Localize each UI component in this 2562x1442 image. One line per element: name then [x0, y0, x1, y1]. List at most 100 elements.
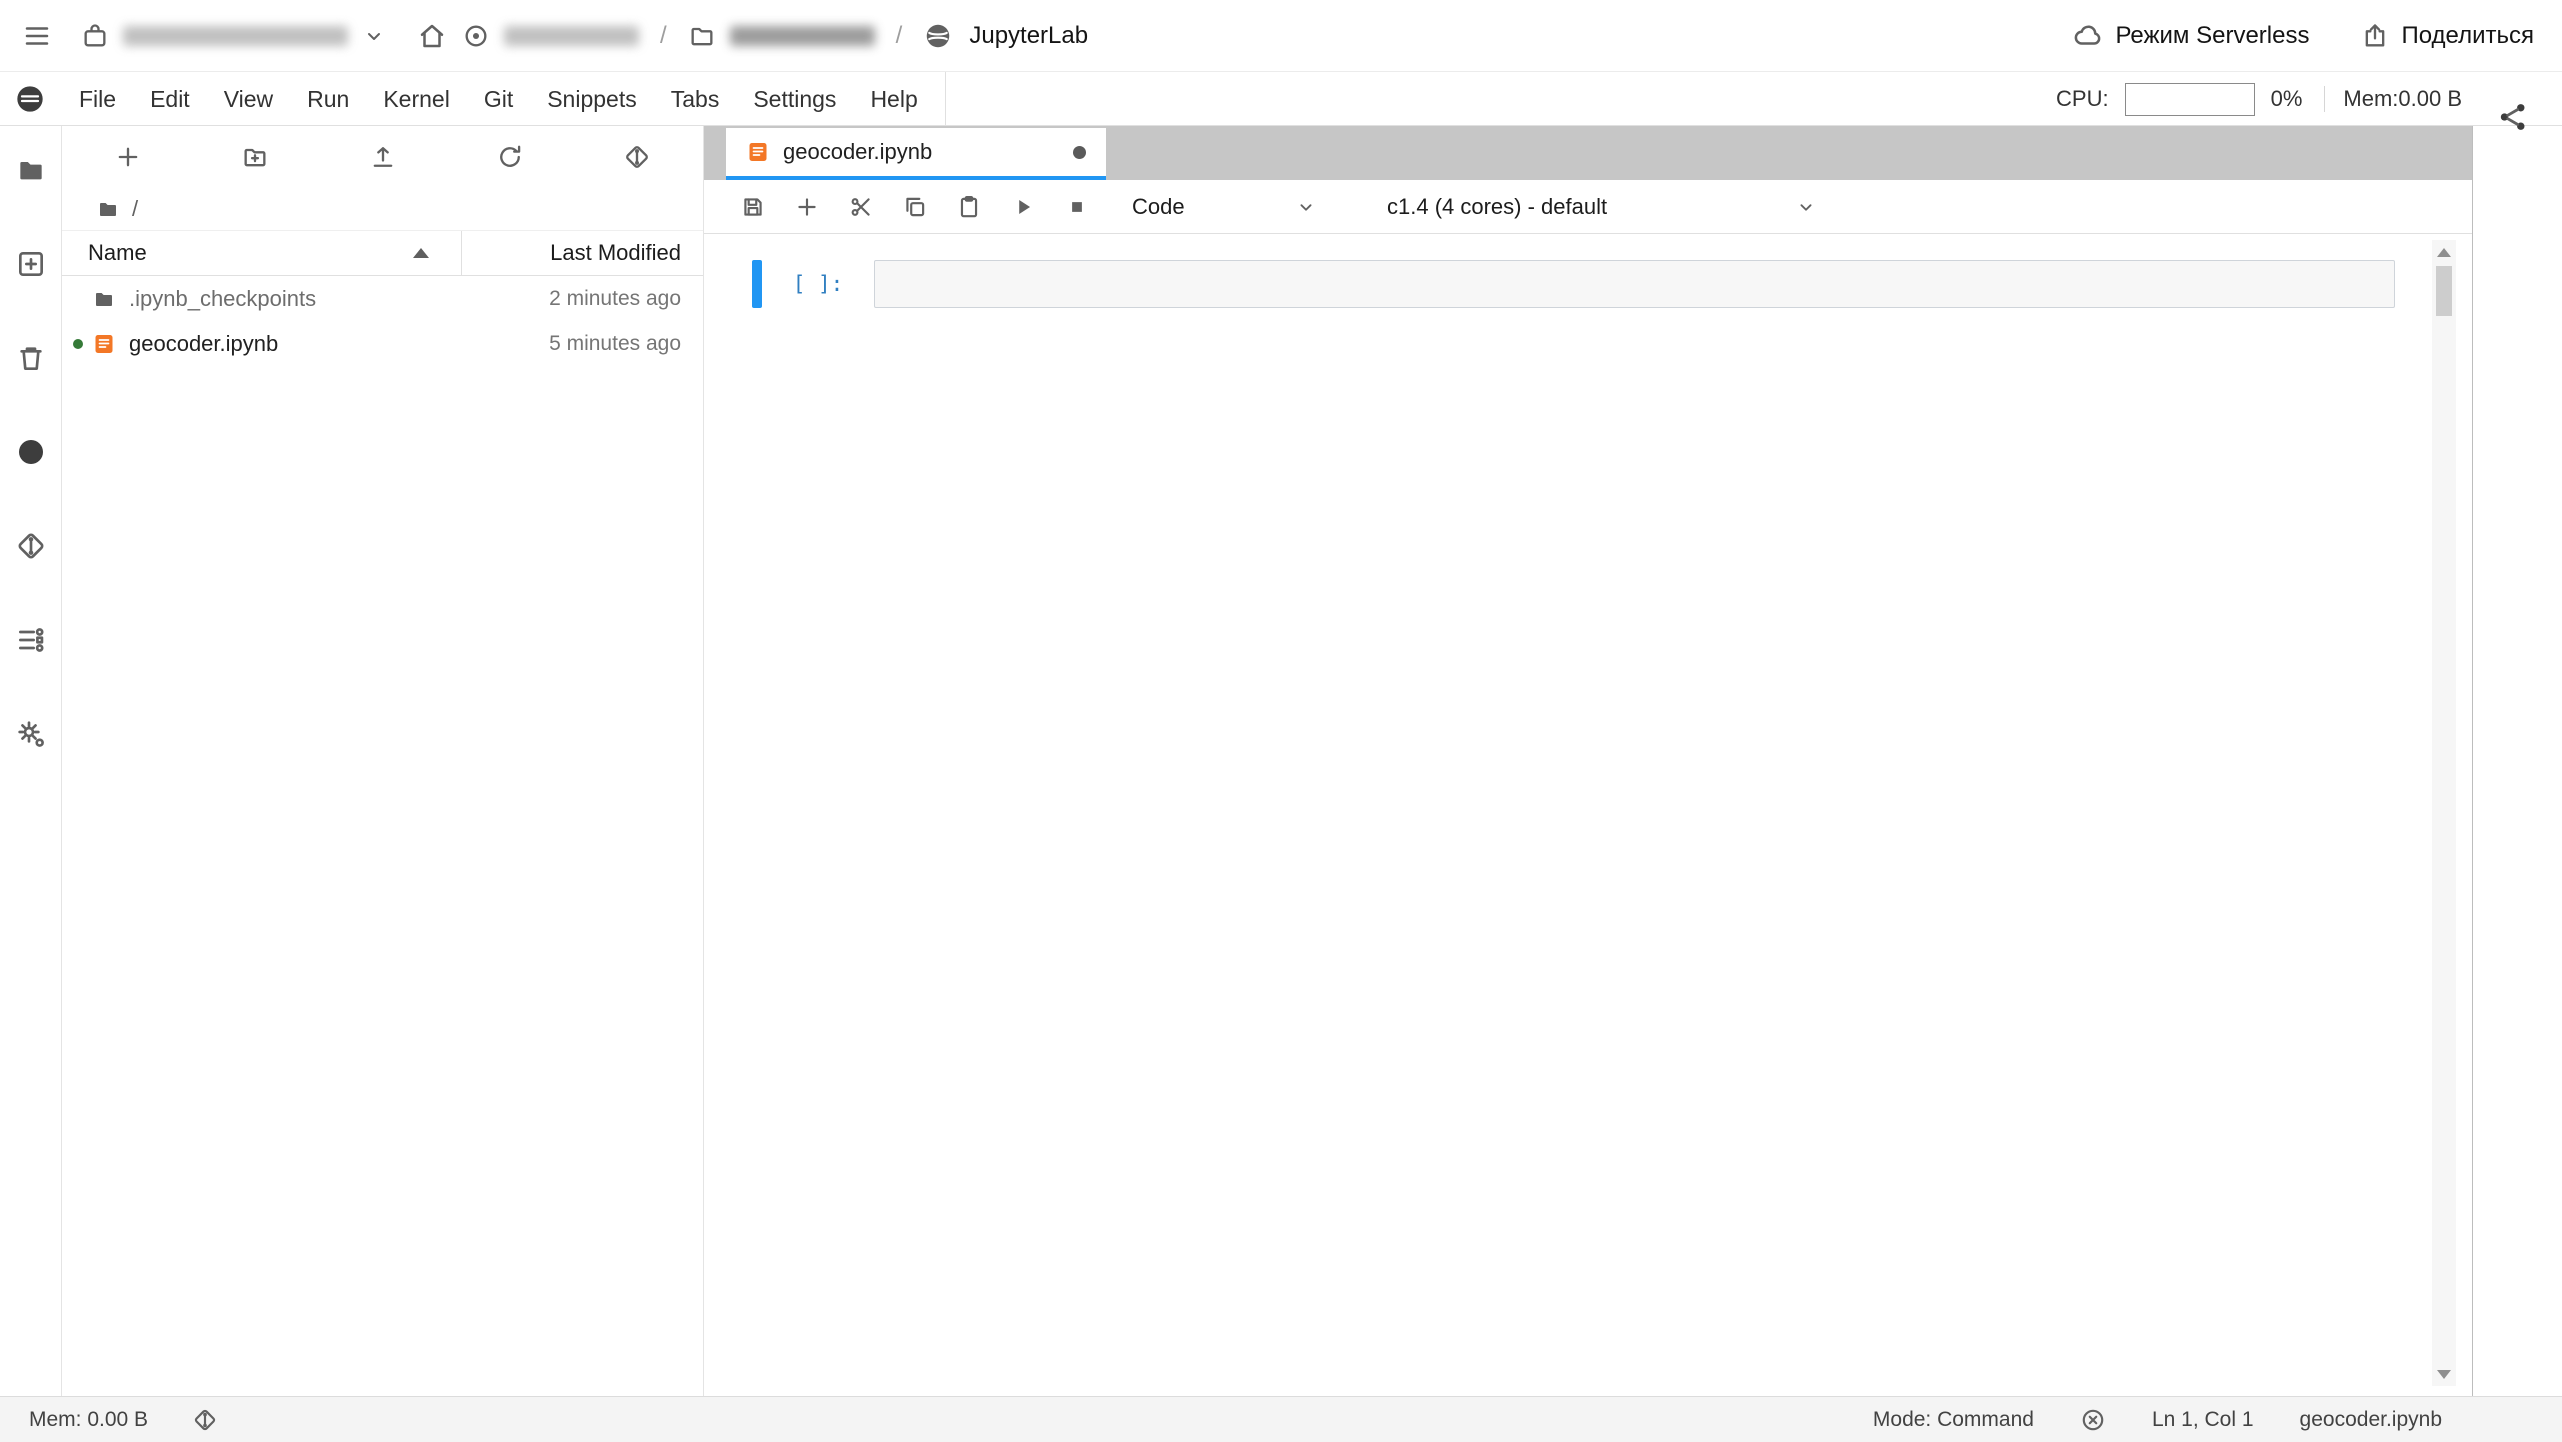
jupyter-logo-icon [923, 21, 953, 51]
file-browser-breadcrumb: / [62, 188, 703, 230]
resource-usage-indicators: CPU: 0% Mem:0.00 B [2056, 72, 2462, 126]
copy-cell-button[interactable] [902, 194, 928, 220]
menu-snippets[interactable]: Snippets [530, 72, 654, 126]
cell-type-select[interactable]: Code [1132, 194, 1317, 220]
cut-cell-button[interactable] [848, 194, 874, 220]
status-bar: Mem: 0.00 B Mode: Command Ln 1, Col 1 ge… [0, 1396, 2562, 1442]
share-arrow-icon [2361, 22, 2389, 50]
tab-geocoder-ipynb[interactable]: geocoder.ipynb [726, 128, 1106, 180]
sidebar-settings-button[interactable] [15, 718, 47, 750]
left-sidebar [0, 126, 62, 1396]
hamburger-menu-button[interactable] [22, 21, 52, 51]
menu-tabs[interactable]: Tabs [654, 72, 737, 126]
active-cell-collapser[interactable] [752, 260, 762, 308]
menu-bar: File Edit View Run Kernel Git Snippets T… [0, 72, 2562, 126]
cell-prompt: [ ]: [762, 260, 874, 308]
new-folder-button[interactable] [241, 143, 269, 171]
breadcrumb-root[interactable]: / [132, 196, 138, 222]
cpu-label: CPU: [2056, 86, 2109, 112]
menu-kernel[interactable]: Kernel [366, 72, 466, 126]
active-file-indicator: geocoder.ipynb [2300, 1408, 2442, 1432]
refresh-icon [496, 143, 524, 171]
upload-button[interactable] [369, 143, 397, 171]
upload-icon [369, 143, 397, 171]
share-label: Поделиться [2401, 22, 2534, 50]
save-button[interactable] [740, 194, 766, 220]
menu-end-divider [945, 72, 946, 126]
menu-run[interactable]: Run [290, 72, 366, 126]
sidebar-running-button[interactable] [15, 436, 47, 468]
clipboard-icon [956, 194, 982, 220]
sidebar-files-button[interactable] [15, 154, 47, 186]
file-modified: 2 minutes ago [549, 287, 703, 311]
notebook-scrollbar[interactable] [2432, 240, 2456, 1386]
run-cell-button[interactable] [1010, 194, 1036, 220]
hamburger-icon [22, 21, 52, 51]
folder-icon [96, 197, 120, 221]
scrollbar-thumb[interactable] [2436, 266, 2452, 316]
cursor-position-indicator[interactable]: Ln 1, Col 1 [2152, 1408, 2254, 1432]
scroll-down-button[interactable] [2432, 1362, 2456, 1386]
code-cell: [ ]: [752, 260, 2395, 308]
sidebar-sessions-button[interactable] [15, 624, 47, 656]
column-header-modified[interactable]: Last Modified [462, 240, 703, 266]
menu-help[interactable]: Help [853, 72, 934, 126]
sort-ascending-icon [413, 248, 429, 258]
memory-usage-status: Mem: 0.00 B [29, 1408, 148, 1432]
file-name: .ipynb_checkpoints [129, 286, 316, 312]
gears-icon [15, 718, 47, 750]
command-mode-indicator[interactable]: Mode: Command [1873, 1408, 2034, 1432]
notebook-workspace: geocoder.ipynb [704, 126, 2473, 1396]
sidebar-git-button[interactable] [15, 530, 47, 562]
column-header-name[interactable]: Name [62, 231, 462, 275]
share-button[interactable]: Поделиться [2361, 22, 2534, 50]
scroll-up-button[interactable] [2432, 240, 2456, 264]
save-icon [740, 194, 766, 220]
new-launcher-button[interactable] [114, 143, 142, 171]
share-nodes-button[interactable] [2496, 100, 2530, 139]
folder-icon [92, 287, 116, 311]
file-list-header: Name Last Modified [62, 230, 703, 276]
notebook-icon [746, 140, 770, 164]
git-status-icon [192, 1407, 218, 1433]
project-breadcrumb-item[interactable] [462, 22, 639, 50]
list-icon [15, 624, 47, 656]
home-button[interactable] [417, 21, 447, 51]
breadcrumb-separator: / [890, 22, 909, 50]
sidebar-new-resource-button[interactable] [15, 248, 47, 280]
add-cell-button[interactable] [794, 194, 820, 220]
jupyterlab-label: JupyterLab [969, 22, 1088, 50]
menu-view[interactable]: View [207, 72, 290, 126]
file-row-geocoder[interactable]: geocoder.ipynb 5 minutes ago [62, 321, 703, 366]
kernel-select[interactable]: c1.4 (4 cores) - default [1387, 194, 1817, 220]
menu-settings[interactable]: Settings [736, 72, 853, 126]
unsaved-changes-dot[interactable] [1073, 146, 1086, 159]
git-clone-button[interactable] [623, 143, 651, 171]
plus-icon [114, 143, 142, 171]
file-row-checkpoints[interactable]: .ipynb_checkpoints 2 minutes ago [62, 276, 703, 321]
home-icon [417, 21, 447, 51]
top-bar: / / JupyterLab Режим Serverless Поделить… [0, 0, 2562, 72]
menu-file[interactable]: File [62, 72, 133, 126]
notebook-icon [92, 332, 116, 356]
sidebar-storage-button[interactable] [15, 342, 47, 374]
serverless-mode-button[interactable]: Режим Serverless [2073, 21, 2309, 51]
paste-cell-button[interactable] [956, 194, 982, 220]
kernel-status-icon [2080, 1407, 2106, 1433]
right-gutter [2473, 126, 2562, 1396]
menu-git[interactable]: Git [467, 72, 530, 126]
folder-plus-icon [241, 143, 269, 171]
briefcase-icon [81, 22, 109, 50]
cloud-icon [2073, 21, 2103, 51]
arrow-up-icon [2437, 248, 2451, 257]
file-browser: / Name Last Modified .ipynb_checkpoints … [62, 126, 704, 1396]
workspace-switcher[interactable] [81, 22, 386, 50]
cell-input-editor[interactable] [874, 260, 2395, 308]
git-icon [623, 143, 651, 171]
stop-kernel-button[interactable] [1064, 194, 1090, 220]
folder-breadcrumb-item[interactable] [688, 22, 875, 50]
scissors-icon [848, 194, 874, 220]
menu-edit[interactable]: Edit [133, 72, 207, 126]
share-nodes-icon [2496, 100, 2530, 134]
refresh-button[interactable] [496, 143, 524, 171]
